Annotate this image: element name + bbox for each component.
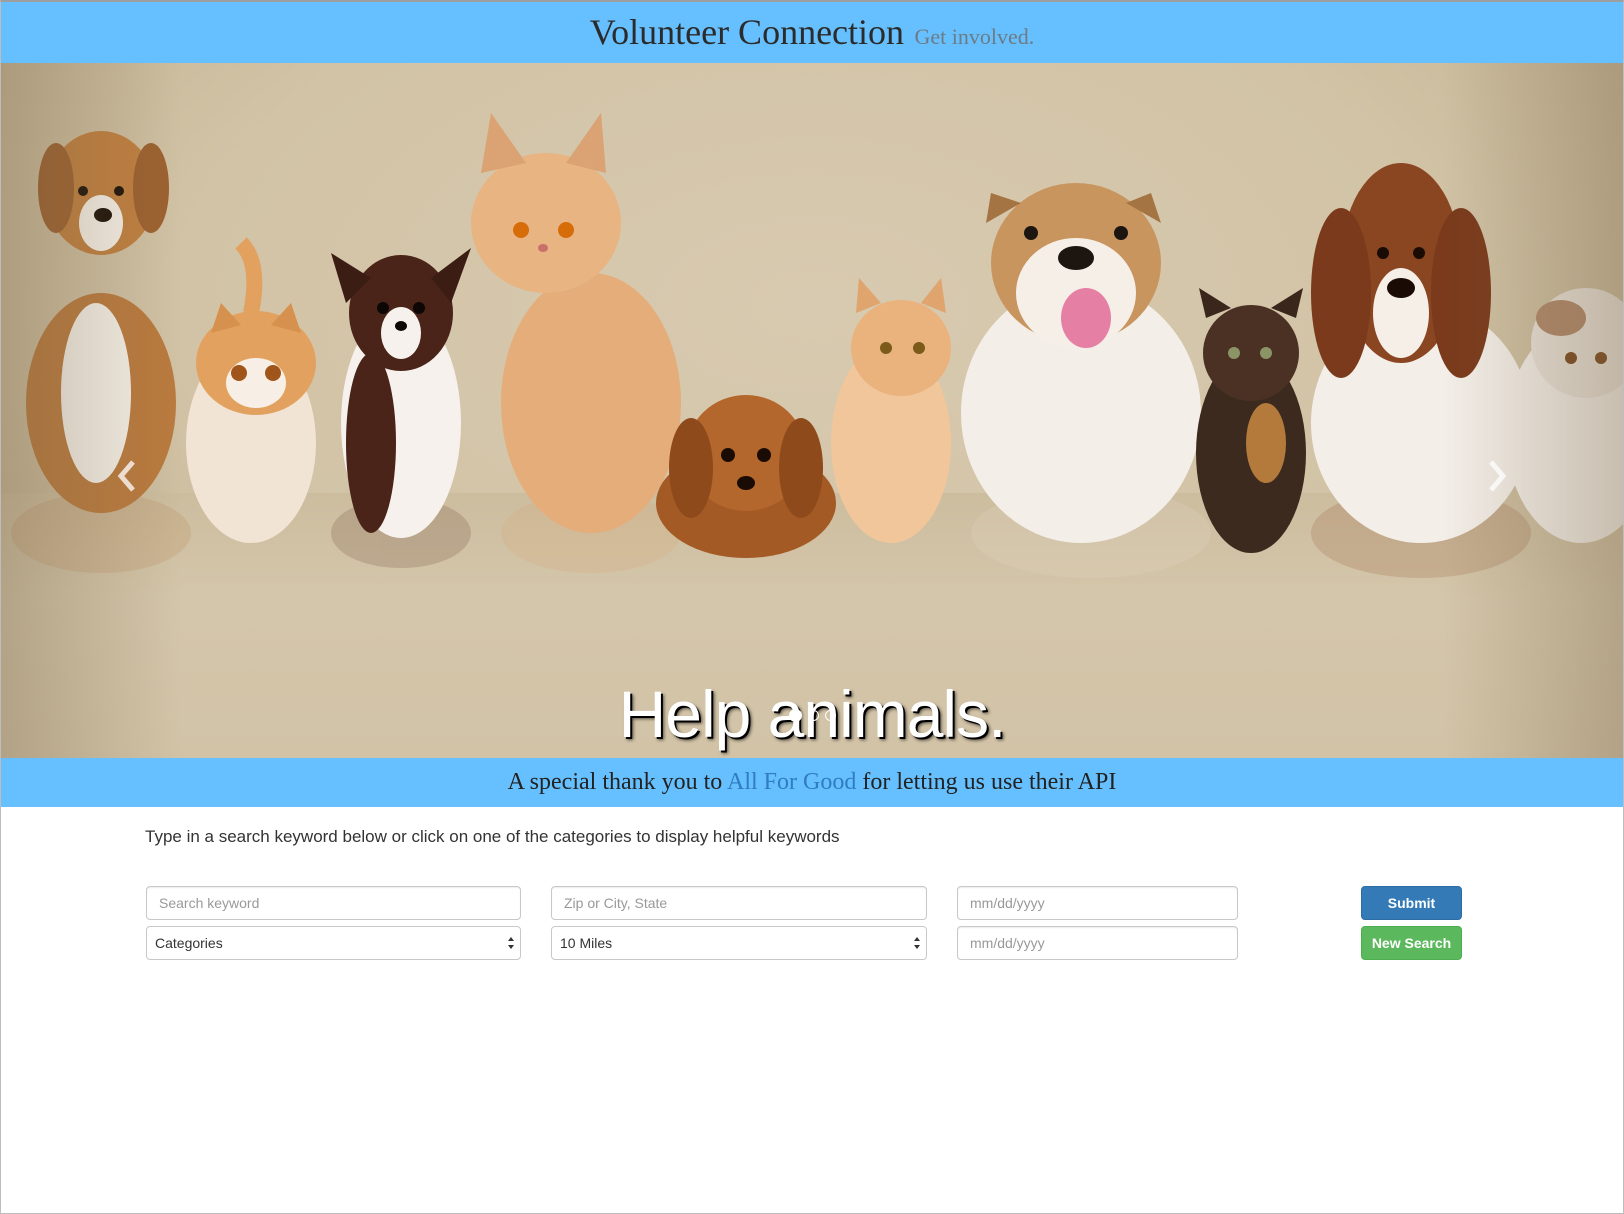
thanks-text-before: A special thank you to <box>507 769 723 795</box>
search-keyword-input[interactable] <box>146 886 521 920</box>
carousel-indicator-2[interactable] <box>807 710 819 721</box>
search-instructions: Type in a search keyword below or click … <box>145 827 840 846</box>
site-tagline: Get involved. <box>914 24 1035 49</box>
carousel-prev-button[interactable] <box>113 456 143 496</box>
thanks-text-after: for letting us use their API <box>862 769 1117 795</box>
select-arrows-icon <box>914 937 920 949</box>
all-for-good-link[interactable]: All For Good <box>727 769 856 795</box>
hero-carousel: Help animals. <box>1 63 1623 758</box>
carousel-indicators <box>0 709 1624 722</box>
location-input[interactable] <box>551 886 927 920</box>
carousel-next-button[interactable] <box>1481 456 1511 496</box>
category-select[interactable]: Categories <box>146 926 521 960</box>
submit-button[interactable]: Submit <box>1361 886 1462 920</box>
chevron-left-icon <box>117 460 135 492</box>
start-date-input[interactable] <box>957 886 1238 920</box>
distance-select-value: 10 Miles <box>560 935 613 951</box>
select-arrows-icon <box>508 937 514 949</box>
category-select-value: Categories <box>155 935 223 951</box>
carousel-shade-right <box>1443 63 1623 758</box>
carousel-indicator-3[interactable] <box>824 710 836 721</box>
end-date-input[interactable] <box>957 926 1238 960</box>
chevron-right-icon <box>1489 460 1507 492</box>
site-header: Volunteer Connection Get involved. <box>1 2 1623 63</box>
pets-photo <box>11 113 1623 578</box>
new-search-button[interactable]: New Search <box>1361 926 1462 960</box>
distance-select[interactable]: 10 Miles <box>551 926 927 960</box>
thanks-banner: A special thank you to All For Good for … <box>1 758 1623 807</box>
site-title: Volunteer Connection <box>589 12 905 52</box>
carousel-indicator-1[interactable] <box>788 709 802 722</box>
carousel-shade-left <box>1 63 181 758</box>
